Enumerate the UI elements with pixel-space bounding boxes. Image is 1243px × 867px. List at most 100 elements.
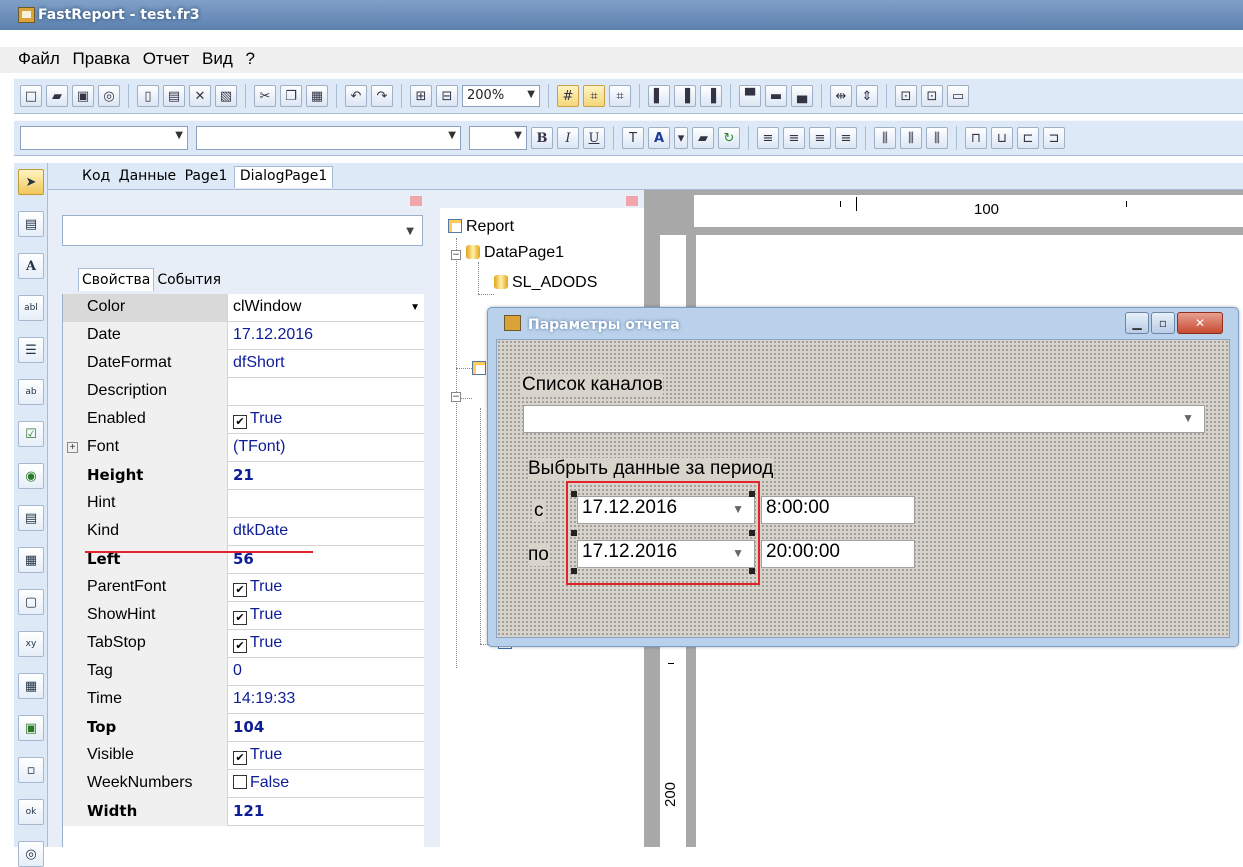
property-value[interactable] xyxy=(229,490,424,518)
frame-left-icon[interactable]: ⊏ xyxy=(1017,127,1039,149)
rotate-icon[interactable]: ↻ xyxy=(718,127,740,149)
menu-view[interactable]: Вид xyxy=(198,47,237,69)
group-icon[interactable]: ⊞ xyxy=(410,85,432,107)
new-dialog-icon[interactable]: ▤ xyxy=(163,85,185,107)
checked-checkbox-icon[interactable]: ✔ xyxy=(233,611,247,625)
property-value[interactable]: ✔ True xyxy=(229,574,424,602)
paste-icon[interactable]: ▦ xyxy=(306,85,328,107)
channels-combo[interactable]: ▼ xyxy=(523,405,1205,433)
panel-control-icon[interactable]: ▢ xyxy=(18,589,44,615)
checked-checkbox-icon[interactable]: ✔ xyxy=(233,751,247,765)
property-value[interactable]: ✔ True xyxy=(229,406,424,434)
fit-to-grid-icon[interactable]: ⌗ xyxy=(609,85,631,107)
groupbox-control-icon[interactable]: xy xyxy=(18,631,44,657)
menu-report[interactable]: Отчет xyxy=(139,47,194,69)
object-selector-combo[interactable]: ▼ xyxy=(62,215,423,246)
expand-icon[interactable]: + xyxy=(67,442,78,453)
resize-handle[interactable] xyxy=(749,568,755,574)
button-control-icon[interactable]: ab xyxy=(18,379,44,405)
tree-item-datapage[interactable]: DataPage1 xyxy=(466,244,564,262)
property-value[interactable]: ✔ True xyxy=(229,742,424,770)
align-bottom-icon[interactable]: ▄ xyxy=(791,85,813,107)
property-row[interactable]: Enabled ✔ True xyxy=(63,406,424,434)
underline-icon[interactable]: U xyxy=(583,127,605,149)
listbox-control-icon[interactable]: ▤ xyxy=(18,505,44,531)
frame-right-icon[interactable]: ⊐ xyxy=(1043,127,1065,149)
property-row[interactable]: Height 21 xyxy=(63,462,424,490)
unchecked-checkbox-icon[interactable] xyxy=(233,775,247,789)
collapse-icon[interactable]: − xyxy=(451,250,461,260)
frame-bottom-icon[interactable]: ⊔ xyxy=(991,127,1013,149)
align-middle-icon[interactable]: ▬ xyxy=(765,85,787,107)
checked-checkbox-icon[interactable]: ✔ xyxy=(233,415,247,429)
minimize-icon[interactable]: ▁ xyxy=(1125,312,1149,334)
tab-properties[interactable]: Свойства xyxy=(78,268,155,291)
property-value[interactable]: (TFont) xyxy=(229,434,424,462)
property-row[interactable]: Time 14:19:33 xyxy=(63,686,424,714)
valign-center-icon[interactable]: ⫼ xyxy=(900,127,922,149)
tree-item-report[interactable]: Report xyxy=(448,218,514,236)
checked-checkbox-icon[interactable]: ✔ xyxy=(233,583,247,597)
property-value[interactable]: 121 xyxy=(229,798,424,826)
new-report-icon[interactable]: □ xyxy=(20,85,42,107)
new-page-icon[interactable]: ▯ xyxy=(137,85,159,107)
font-size-combo[interactable]: ▼ xyxy=(469,126,527,150)
label-control-icon[interactable]: abl xyxy=(18,295,44,321)
tab-dialogpage1[interactable]: DialogPage1 xyxy=(233,166,334,188)
property-value[interactable]: ✔ True xyxy=(229,602,424,630)
property-row[interactable]: + Font (TFont) xyxy=(63,434,424,462)
select-tool-icon[interactable]: ➤ xyxy=(18,169,44,195)
property-value[interactable]: dfShort xyxy=(229,350,424,378)
from-time-edit[interactable]: 8:00:00 xyxy=(761,496,915,524)
style-combo[interactable]: ▼ xyxy=(20,126,188,150)
property-value[interactable]: ✔ True xyxy=(229,630,424,658)
align-right-icon[interactable]: ▐ xyxy=(700,85,722,107)
property-row[interactable]: DateFormat dfShort xyxy=(63,350,424,378)
copy-icon[interactable]: ❐ xyxy=(280,85,302,107)
property-value[interactable]: 104 xyxy=(229,714,424,742)
image-control-icon[interactable]: ▣ xyxy=(18,715,44,741)
tree-item-dataset[interactable]: SL_ADODS xyxy=(494,274,597,292)
resize-handle[interactable] xyxy=(749,491,755,497)
redo-icon[interactable]: ↷ xyxy=(371,85,393,107)
valign-bottom-icon[interactable]: ⫼ xyxy=(926,127,948,149)
text-align-left-icon[interactable]: ≡ xyxy=(757,127,779,149)
property-row[interactable]: Top 104 xyxy=(63,714,424,742)
chevron-down-icon[interactable]: ▼ xyxy=(410,302,420,313)
property-value[interactable]: 0 xyxy=(229,658,424,686)
tab-code[interactable]: Код xyxy=(80,168,112,184)
save-icon[interactable]: ▣ xyxy=(72,85,94,107)
text-align-center-icon[interactable]: ≡ xyxy=(783,127,805,149)
property-row[interactable]: Kind dtkDate xyxy=(63,518,424,546)
cut-icon[interactable]: ✂ xyxy=(254,85,276,107)
more-tools-icon[interactable]: ◎ xyxy=(18,841,44,867)
same-width-icon[interactable]: ▭ xyxy=(947,85,969,107)
page-settings-icon[interactable]: ▧ xyxy=(215,85,237,107)
property-row[interactable]: Hint xyxy=(63,490,424,518)
text-align-right-icon[interactable]: ≡ xyxy=(809,127,831,149)
property-row[interactable]: Visible ✔ True xyxy=(63,742,424,770)
maximize-icon[interactable]: ▫ xyxy=(1151,312,1175,334)
property-value[interactable]: 17.12.2016 xyxy=(229,322,424,350)
align-center-icon[interactable]: ▐ xyxy=(674,85,696,107)
property-row[interactable]: Description xyxy=(63,378,424,406)
center-vertical-icon[interactable]: ⊡ xyxy=(921,85,943,107)
resize-handle[interactable] xyxy=(571,530,577,536)
radio-control-icon[interactable]: ◉ xyxy=(18,463,44,489)
zoom-combo[interactable]: 200% ▼ xyxy=(462,85,540,107)
property-value[interactable]: 14:19:33 xyxy=(229,686,424,714)
checkbox-control-icon[interactable]: ☑ xyxy=(18,421,44,447)
font-name-combo[interactable]: ▼ xyxy=(196,126,461,150)
tab-data[interactable]: Данные xyxy=(117,168,179,184)
align-to-grid-icon[interactable]: ⌗ xyxy=(583,85,605,107)
tab-events[interactable]: События xyxy=(154,269,224,291)
show-grid-icon[interactable]: # xyxy=(557,85,579,107)
property-row[interactable]: Date 17.12.2016 xyxy=(63,322,424,350)
frame-top-icon[interactable]: ⊓ xyxy=(965,127,987,149)
tab-page1[interactable]: Page1 xyxy=(183,168,230,184)
property-row[interactable]: Tag 0 xyxy=(63,658,424,686)
close-icon[interactable]: ✕ xyxy=(1177,312,1223,334)
font-settings-icon[interactable]: T xyxy=(622,127,644,149)
resize-handle[interactable] xyxy=(749,530,755,536)
text-justify-icon[interactable]: ≡ xyxy=(835,127,857,149)
